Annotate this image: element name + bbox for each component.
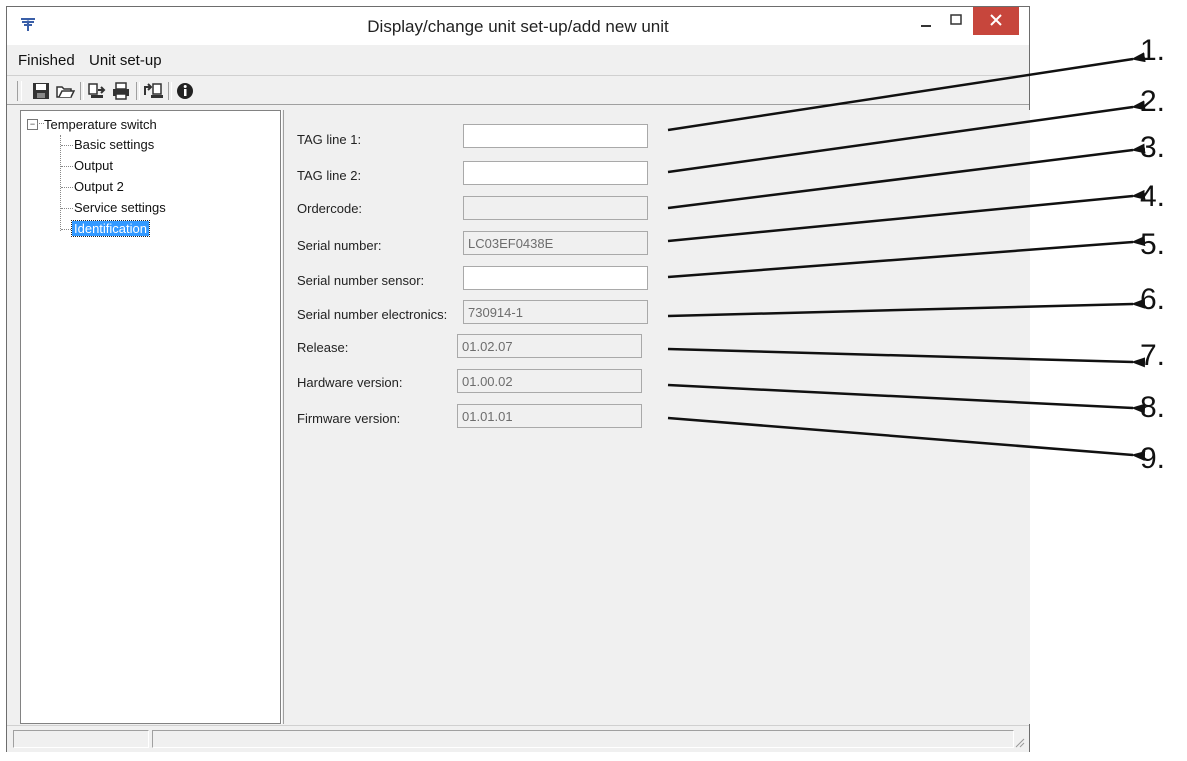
callout-arrow-6 (667, 298, 1146, 318)
callout-label-1: 1. (1140, 34, 1166, 67)
callout-label-3: 3. (1140, 131, 1166, 164)
callout-arrow-5 (667, 236, 1146, 279)
callout-arrow-7 (667, 347, 1146, 368)
callout-arrow-4 (667, 189, 1146, 243)
callout-label-8: 8. (1140, 391, 1166, 424)
callout-label-7: 7. (1140, 339, 1166, 372)
callout-arrow-1 (667, 52, 1146, 132)
callout-label-2: 2. (1140, 85, 1166, 118)
callout-arrow-8 (667, 383, 1146, 414)
callout-arrow-2 (667, 100, 1146, 174)
callout-label-4: 4. (1140, 180, 1166, 213)
callout-label-5: 5. (1140, 228, 1166, 261)
callout-label-6: 6. (1140, 283, 1166, 316)
callout-arrows (667, 52, 1146, 461)
callout-arrow-9 (667, 416, 1146, 461)
callout-label-9: 9. (1140, 442, 1166, 475)
callout-arrow-3 (667, 143, 1146, 210)
